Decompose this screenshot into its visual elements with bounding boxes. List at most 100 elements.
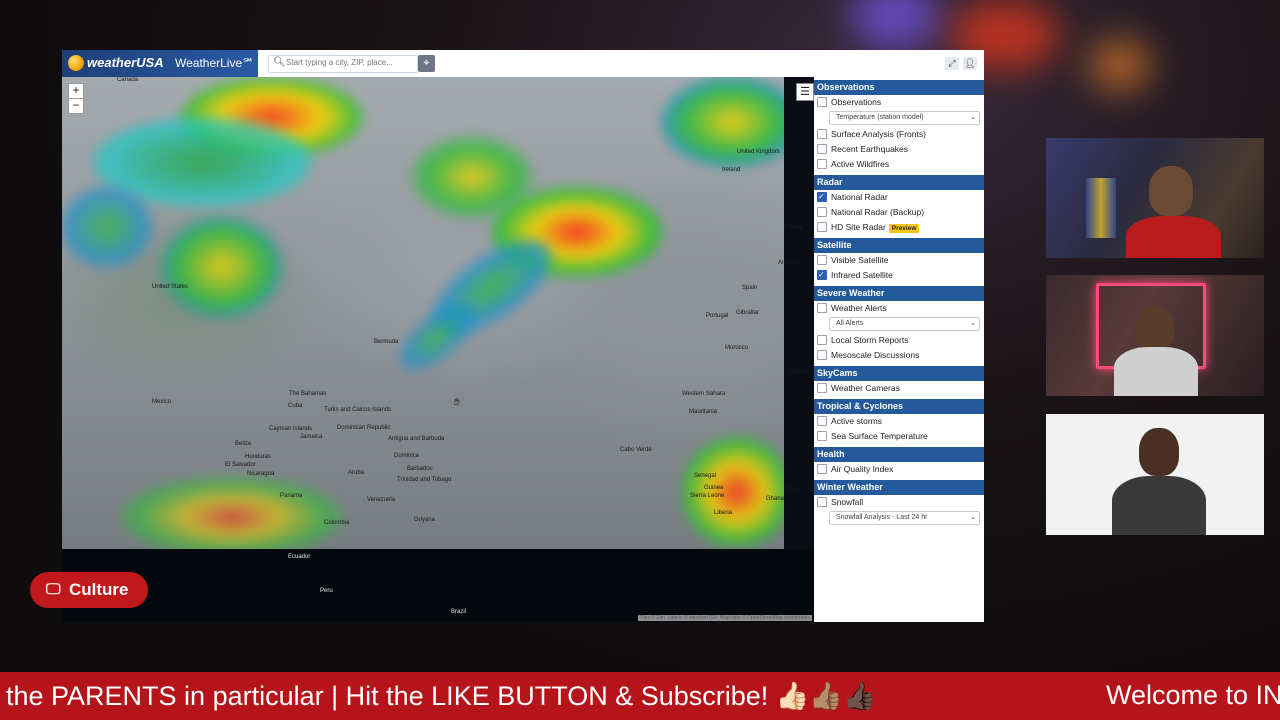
layer-label: Active storms <box>831 416 883 426</box>
user-icon: 👤︎ <box>964 58 976 68</box>
person-body <box>1114 347 1198 396</box>
map-label: Guinea <box>704 485 724 491</box>
map-label: Ireland <box>722 167 741 173</box>
map-label: Dominican Republic <box>337 425 391 431</box>
zoom-out-button[interactable]: − <box>68 98 84 114</box>
layer-checkbox[interactable] <box>817 206 827 217</box>
crosshair-icon: ⌖ <box>423 57 430 69</box>
bokeh-light <box>850 0 940 50</box>
layer-label: Mesoscale Discussions <box>831 350 920 360</box>
person-head <box>1149 166 1193 216</box>
layer-checkbox[interactable] <box>817 382 827 393</box>
map-label: Portugal <box>706 313 729 319</box>
layer-toggle[interactable]: Local Storm Reports <box>814 333 984 348</box>
person-body <box>1112 476 1206 535</box>
south-america-dark-region <box>62 549 814 622</box>
section-header: Severe Weather <box>814 286 984 301</box>
zoom-in-button[interactable]: + <box>68 83 84 99</box>
map-label: Sierra Leone <box>690 493 725 499</box>
map-label: Benin <box>786 487 802 493</box>
layer-checkbox[interactable] <box>817 189 827 204</box>
layer-checkbox[interactable] <box>817 430 827 441</box>
monitor-icon: 🖵 <box>46 581 61 598</box>
search-input[interactable]: 🔍︎ Start typing a city, ZIP, place... <box>268 55 418 73</box>
layer-checkbox[interactable] <box>817 267 827 282</box>
weather-app-window: weatherUSA WeatherLive℠ 🔍︎ Start typing … <box>62 50 984 622</box>
globe-icon <box>68 55 84 71</box>
ticker-text-next: Welcome to IN <box>1106 680 1280 710</box>
expand-icon: ⤢ <box>948 58 956 68</box>
account-button[interactable]: 👤︎ <box>963 57 977 70</box>
person-head <box>1136 307 1174 351</box>
layer-checkbox[interactable] <box>817 302 827 313</box>
layer-toggle[interactable]: National Radar (Backup) <box>814 205 984 220</box>
layer-checkbox[interactable] <box>817 221 827 232</box>
layer-toggle[interactable]: HD Site Radar Preview <box>814 220 984 235</box>
layer-label: National Radar <box>831 192 888 202</box>
layer-options-select[interactable]: Snowfall Analysis - Last 24 hr ⌄ <box>829 511 980 525</box>
storm-cloud <box>662 77 802 167</box>
map-label: Peru <box>320 588 333 594</box>
layer-toggle[interactable]: Weather Cameras <box>814 381 984 396</box>
layer-checkbox[interactable] <box>817 463 827 474</box>
layers-panel: Observations Observations Temperature (sta… <box>814 77 984 622</box>
layer-options-select[interactable]: Temperature (station model) ⌄ <box>829 111 980 125</box>
map-label: The Bahamas <box>289 391 327 397</box>
map-label: Antigua and Barbuda <box>388 436 445 442</box>
map-label: Liberia <box>714 510 733 516</box>
section-header: SkyCams <box>814 366 984 381</box>
layer-toggle[interactable]: Air Quality Index <box>814 462 984 477</box>
map-label: Cabo Verde <box>620 447 652 453</box>
storm-cloud <box>62 187 152 267</box>
map-label: Cuba <box>288 403 303 409</box>
layer-toggle[interactable]: Infrared Satellite <box>814 267 984 283</box>
chevron-down-icon: ⌄ <box>970 320 976 327</box>
map-label: Belize <box>235 441 252 447</box>
layer-label: Surface Analysis (Fronts) <box>831 129 926 139</box>
layer-checkbox[interactable] <box>817 415 827 426</box>
layer-toggle[interactable]: National Radar <box>814 189 984 205</box>
storm-cloud <box>162 217 282 317</box>
map-label: Trinidad and Tobago <box>397 477 452 483</box>
layer-toggle[interactable]: Active Wildfires <box>814 157 984 172</box>
layer-label: Recent Earthquakes <box>831 144 909 154</box>
layer-checkbox[interactable] <box>817 254 827 265</box>
map-label: Western Sahara <box>682 391 726 397</box>
layer-checkbox[interactable] <box>817 334 827 345</box>
layer-checkbox[interactable] <box>817 158 827 169</box>
search-icon: 🔍︎ <box>273 57 286 68</box>
layer-checkbox[interactable] <box>817 96 827 107</box>
preview-badge: Preview <box>888 224 920 233</box>
select-value: Snowfall Analysis - Last 24 hr <box>836 514 928 521</box>
brand-logo[interactable]: weatherUSA WeatherLive℠ <box>62 50 258 77</box>
layer-checkbox[interactable] <box>817 143 827 154</box>
section-header: Radar <box>814 175 984 190</box>
layer-toggle[interactable]: Snowfall <box>814 495 984 510</box>
layer-checkbox[interactable] <box>817 349 827 360</box>
layer-checkbox[interactable] <box>817 496 827 507</box>
culture-label: Culture <box>69 580 129 599</box>
layer-options-select[interactable]: All Alerts ⌄ <box>829 317 980 331</box>
bokeh-light <box>1090 40 1150 90</box>
layer-toggle[interactable]: Mesoscale Discussions <box>814 348 984 363</box>
locate-button[interactable]: ⌖ <box>418 55 435 72</box>
layers-menu-button[interactable]: ☰ <box>796 83 814 101</box>
chevron-down-icon: ⌄ <box>970 514 976 521</box>
layer-toggle[interactable]: Sea Surface Temperature <box>814 429 984 444</box>
layer-toggle[interactable]: Observations <box>814 95 984 110</box>
layer-checkbox[interactable] <box>817 128 827 139</box>
map-label: France <box>784 225 803 231</box>
fullscreen-button[interactable]: ⤢ <box>945 57 959 70</box>
layer-label: Observations <box>831 97 882 107</box>
layer-label: National Radar (Backup) <box>831 207 925 217</box>
layer-label: Local Storm Reports <box>831 335 909 345</box>
satellite-map[interactable]: Canada United States Bermuda The Bahamas… <box>62 77 814 622</box>
layer-toggle[interactable]: Active storms <box>814 414 984 429</box>
layer-toggle[interactable]: Surface Analysis (Fronts) <box>814 127 984 142</box>
map-label: Mexico <box>152 399 172 405</box>
layer-toggle[interactable]: Visible Satellite <box>814 253 984 268</box>
layer-toggle[interactable]: Weather Alerts <box>814 301 984 316</box>
map-edge-dark <box>784 77 814 549</box>
layer-toggle[interactable]: Recent Earthquakes <box>814 142 984 157</box>
map-label: Morocco <box>725 345 749 351</box>
